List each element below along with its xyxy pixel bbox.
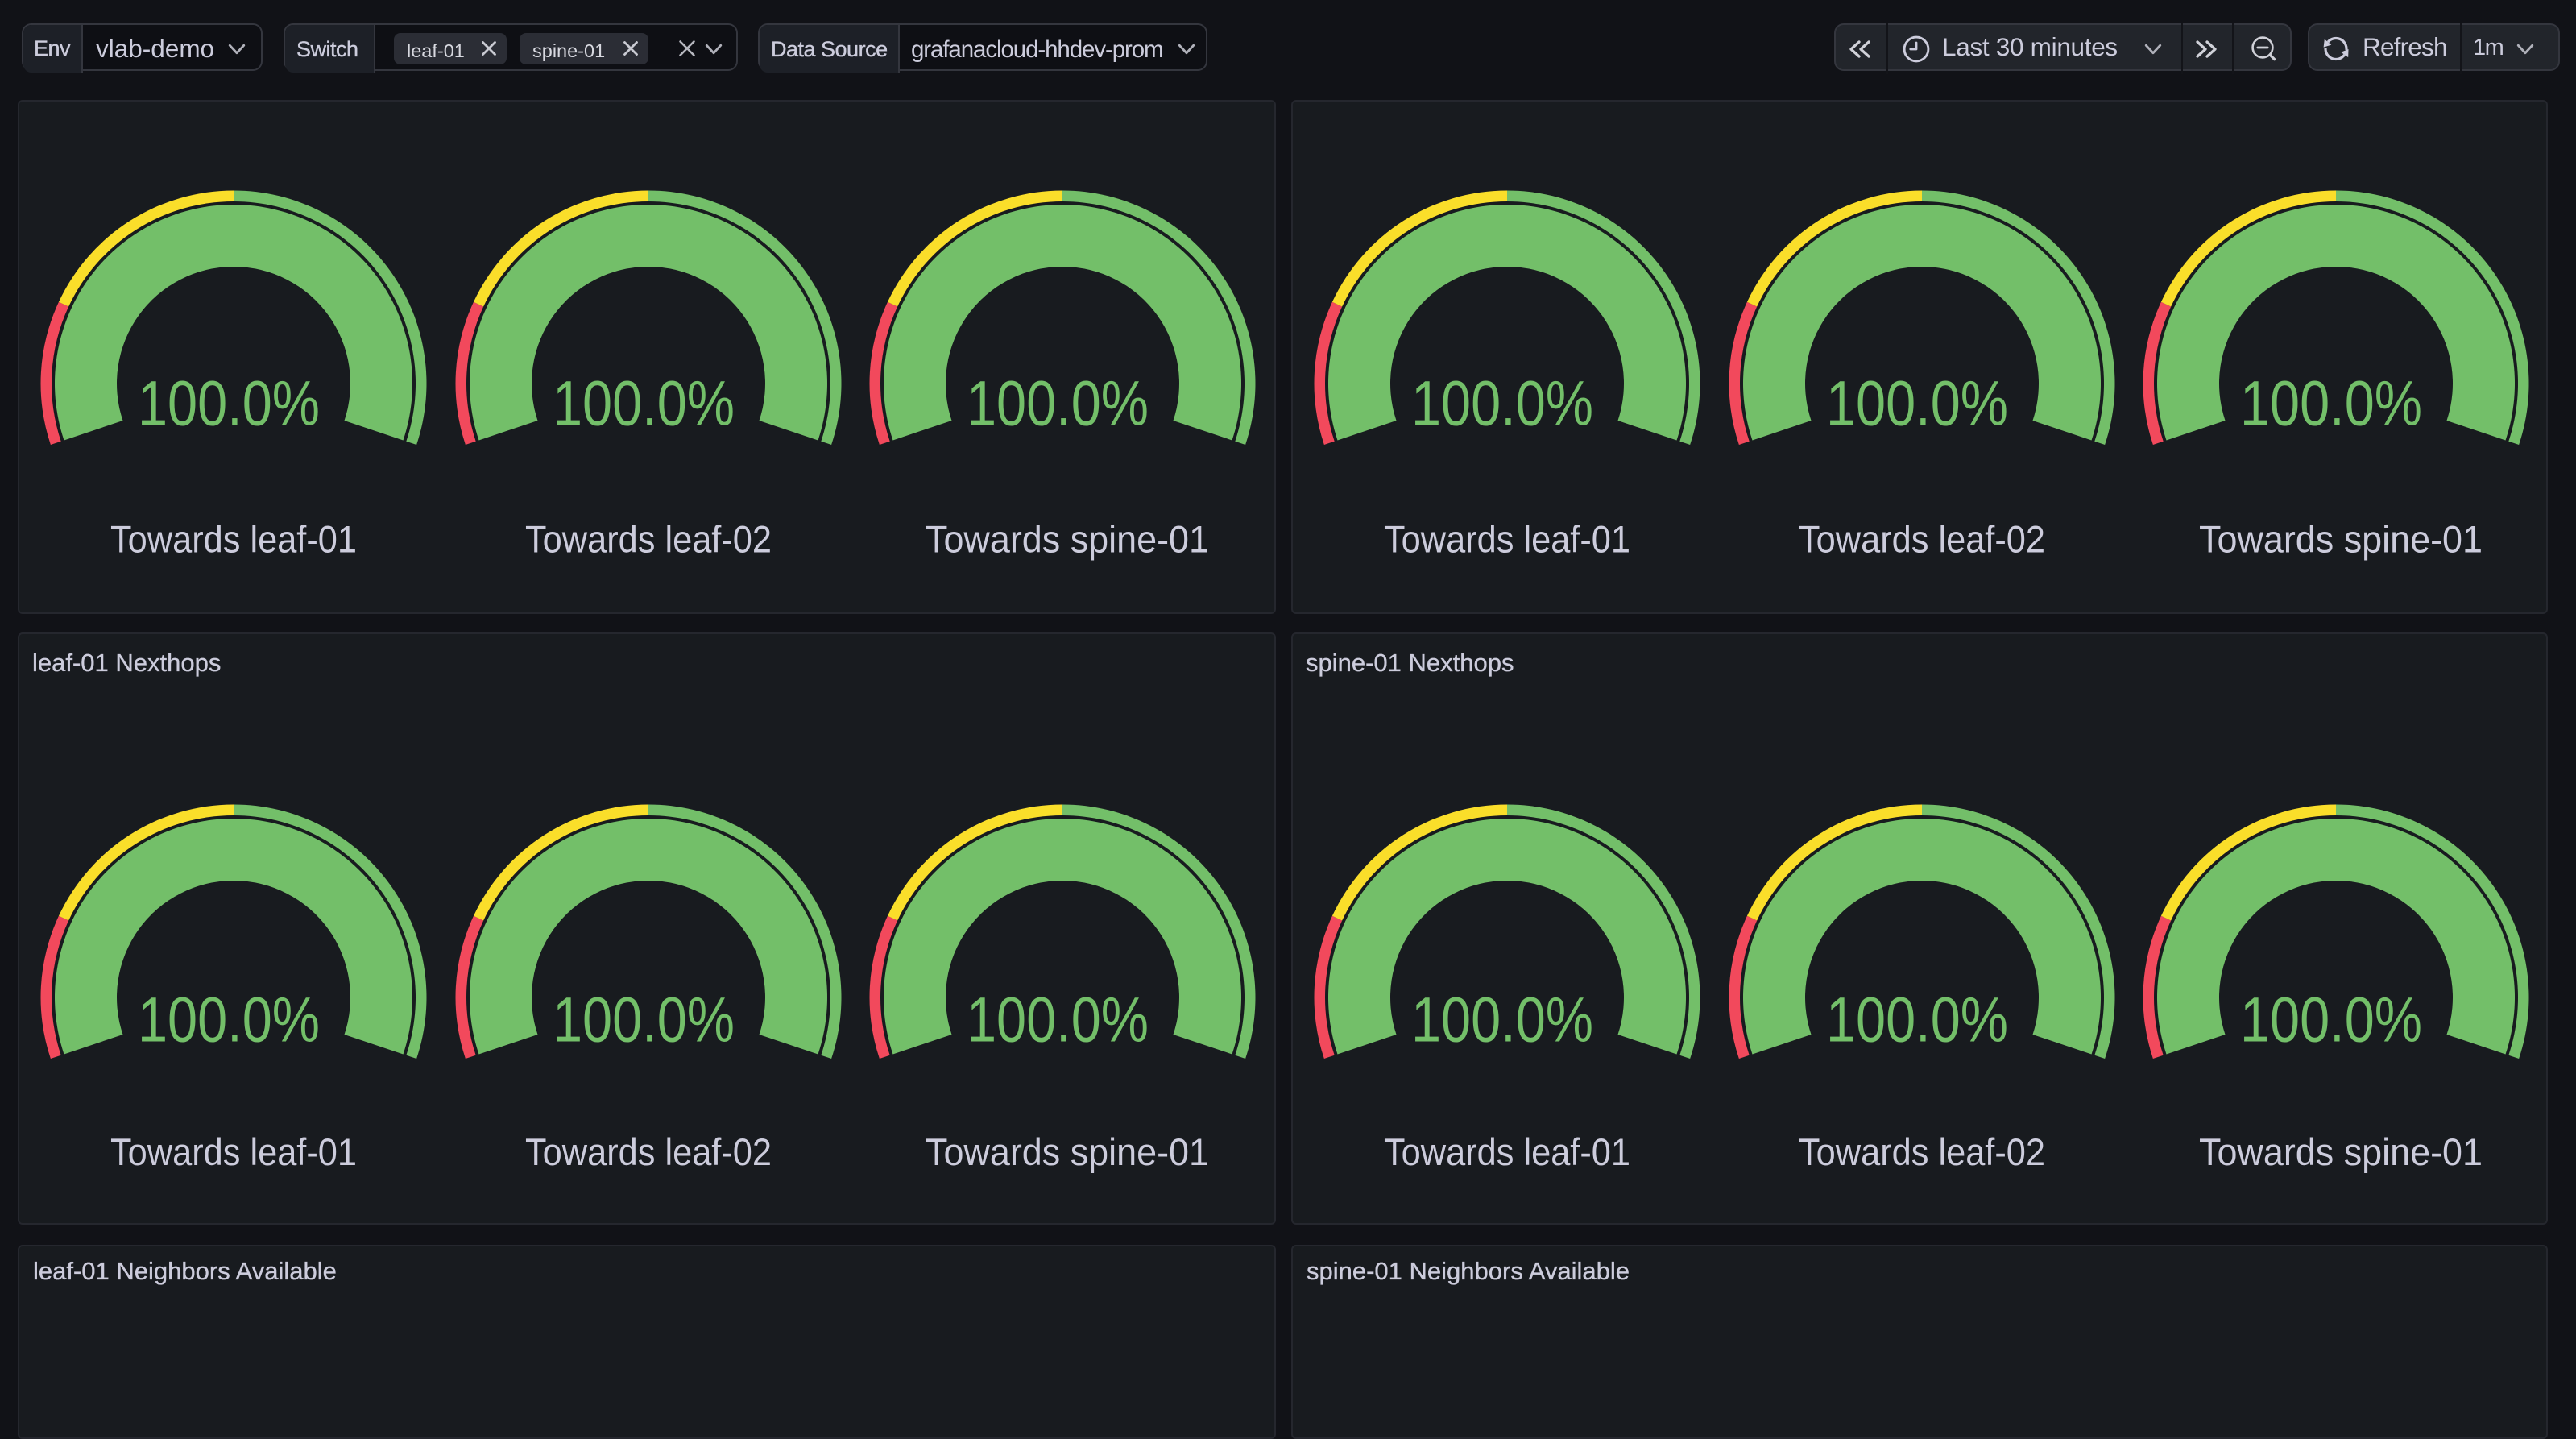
svg-text:Towards leaf-01: Towards leaf-01 xyxy=(110,518,357,561)
svg-text:Towards spine-01: Towards spine-01 xyxy=(926,518,1209,561)
svg-text:100.0%: 100.0% xyxy=(967,367,1149,439)
svg-text:Towards leaf-01: Towards leaf-01 xyxy=(110,1130,357,1173)
svg-text:100.0%: 100.0% xyxy=(1826,367,2008,439)
svg-text:Towards spine-01: Towards spine-01 xyxy=(2199,518,2483,561)
svg-text:100.0%: 100.0% xyxy=(1826,984,2008,1055)
svg-text:100.0%: 100.0% xyxy=(1411,984,1593,1055)
svg-text:Towards leaf-02: Towards leaf-02 xyxy=(1799,518,2045,561)
svg-text:100.0%: 100.0% xyxy=(967,984,1149,1055)
svg-text:100.0%: 100.0% xyxy=(2240,984,2422,1055)
svg-text:Towards leaf-01: Towards leaf-01 xyxy=(1384,1130,1630,1173)
svg-text:Towards leaf-02: Towards leaf-02 xyxy=(1799,1130,2045,1173)
svg-text:100.0%: 100.0% xyxy=(553,984,735,1055)
svg-text:100.0%: 100.0% xyxy=(1411,367,1593,439)
svg-text:Towards spine-01: Towards spine-01 xyxy=(2199,1130,2483,1173)
svg-text:Towards leaf-02: Towards leaf-02 xyxy=(525,518,772,561)
svg-text:Towards leaf-01: Towards leaf-01 xyxy=(1384,518,1630,561)
svg-text:100.0%: 100.0% xyxy=(2240,367,2422,439)
svg-text:100.0%: 100.0% xyxy=(138,367,320,439)
svg-text:Towards leaf-02: Towards leaf-02 xyxy=(525,1130,772,1173)
svg-text:Towards spine-01: Towards spine-01 xyxy=(926,1130,1209,1173)
svg-text:100.0%: 100.0% xyxy=(138,984,320,1055)
svg-text:100.0%: 100.0% xyxy=(553,367,735,439)
